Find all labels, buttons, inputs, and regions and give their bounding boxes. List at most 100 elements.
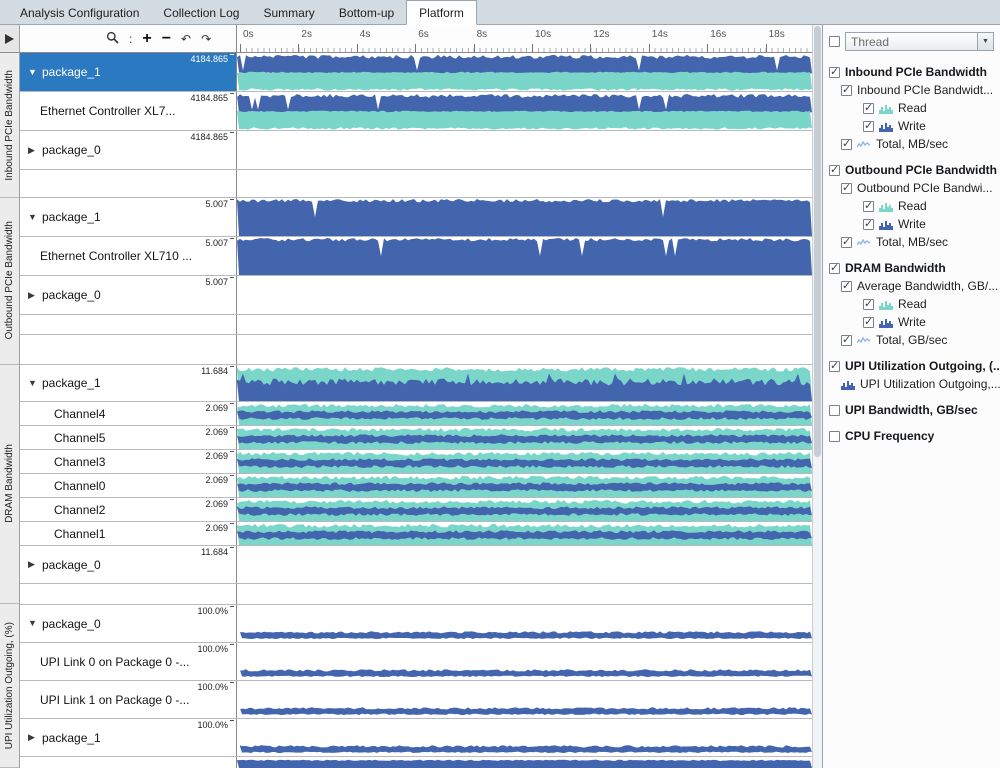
legend-checkbox[interactable] — [841, 139, 852, 150]
zoom-menu-icon[interactable]: : — [129, 33, 132, 45]
row-chart[interactable] — [237, 237, 812, 275]
legend-checkbox[interactable] — [841, 85, 852, 96]
tab-collection-log[interactable]: Collection Log — [151, 2, 251, 24]
row-label-cell[interactable]: ▼package_14184.865 — [20, 53, 237, 91]
row-chart[interactable] — [237, 681, 812, 718]
row-chart[interactable] — [237, 546, 812, 583]
row-chart[interactable] — [237, 276, 812, 314]
chevron-down-icon[interactable]: ▼ — [977, 33, 993, 50]
row-label-cell[interactable] — [20, 315, 237, 334]
legend-item-write[interactable]: Write — [863, 313, 1000, 331]
expand-arrow-icon[interactable]: ▼ — [28, 213, 42, 222]
legend-item-inbound-pcie-bandwidth[interactable]: Inbound PCIe Bandwidth — [829, 63, 1000, 81]
row-label-cell[interactable]: ▼package_111.684 — [20, 365, 237, 401]
legend-item-outbound-pcie-bandwidth[interactable]: Outbound PCIe Bandwidth — [829, 161, 1000, 179]
legend-checkbox[interactable] — [863, 201, 874, 212]
zoom-undo-icon[interactable]: ↶ — [181, 33, 191, 45]
legend-item-upi-utilization-outgoing[interactable]: UPI Utilization Outgoing,... — [841, 375, 1000, 393]
row-label-cell[interactable]: UPI Link 0 on Package 0 -...100.0% — [20, 643, 237, 680]
row-chart[interactable] — [237, 522, 812, 545]
row-label-cell[interactable]: Ethernet Controller XL7...4184.865 — [20, 92, 237, 130]
row-label-cell[interactable]: ▼package_0100.0% — [20, 605, 237, 642]
scrollbar-thumb[interactable] — [814, 26, 821, 457]
tab-analysis-configuration[interactable]: Analysis Configuration — [8, 2, 151, 24]
tab-platform[interactable]: Platform — [406, 0, 477, 25]
row-label-cell[interactable]: Ethernet Controller XL710 ...5.007 — [20, 237, 237, 275]
legend-item-inbound-pcie-bandwidt[interactable]: Inbound PCIe Bandwidt... — [841, 81, 1000, 99]
legend-item-read[interactable]: Read — [863, 99, 1000, 117]
row-chart[interactable] — [237, 170, 812, 197]
legend-item-total-gb-sec[interactable]: Total, GB/sec — [841, 331, 1000, 349]
thread-filter-dropdown[interactable]: Thread ▼ — [845, 32, 994, 51]
legend-checkbox[interactable] — [841, 237, 852, 248]
row-label-cell[interactable]: ▶package_1100.0% — [20, 719, 237, 756]
legend-checkbox[interactable] — [829, 405, 840, 416]
legend-checkbox[interactable] — [863, 103, 874, 114]
row-label-cell[interactable] — [20, 757, 237, 768]
row-chart[interactable] — [237, 131, 812, 169]
row-chart[interactable] — [237, 584, 812, 604]
row-chart[interactable] — [237, 402, 812, 425]
tab-bottom-up[interactable]: Bottom-up — [327, 2, 406, 24]
legend-checkbox[interactable] — [863, 317, 874, 328]
expand-arrow-icon[interactable]: ▼ — [28, 619, 42, 628]
row-label-cell[interactable]: Channel52.069 — [20, 426, 237, 449]
expand-arrow-icon[interactable]: ▶ — [28, 291, 42, 300]
legend-checkbox[interactable] — [829, 67, 840, 78]
row-chart[interactable] — [237, 315, 812, 334]
legend-item-read[interactable]: Read — [863, 295, 1000, 313]
row-chart[interactable] — [237, 474, 812, 497]
row-chart[interactable] — [237, 53, 812, 91]
row-label-cell[interactable] — [20, 170, 237, 197]
legend-item-average-bandwidth-gb[interactable]: Average Bandwidth, GB/... — [841, 277, 1000, 295]
row-chart[interactable] — [237, 335, 812, 364]
row-label-cell[interactable]: ▶package_011.684 — [20, 546, 237, 583]
legend-checkbox[interactable] — [863, 219, 874, 230]
legend-checkbox[interactable] — [829, 263, 840, 274]
legend-item-write[interactable]: Write — [863, 117, 1000, 135]
row-label-cell[interactable]: Channel02.069 — [20, 474, 237, 497]
time-ruler[interactable]: 0s2s4s6s8s10s12s14s16s18s — [237, 25, 812, 52]
row-label-cell[interactable]: UPI Link 1 on Package 0 -...100.0% — [20, 681, 237, 718]
legend-checkbox[interactable] — [841, 281, 852, 292]
legend-checkbox[interactable] — [829, 361, 840, 372]
row-chart[interactable] — [237, 426, 812, 449]
legend-checkbox[interactable] — [863, 299, 874, 310]
row-label-cell[interactable]: Channel12.069 — [20, 522, 237, 545]
legend-item-cpu-frequency[interactable]: CPU Frequency — [829, 427, 1000, 445]
expand-arrow-icon[interactable]: ▼ — [28, 68, 42, 77]
legend-item-outbound-pcie-bandwi[interactable]: Outbound PCIe Bandwi... — [841, 179, 1000, 197]
legend-checkbox[interactable] — [841, 183, 852, 194]
legend-checkbox[interactable] — [829, 165, 840, 176]
row-label-cell[interactable]: ▶package_04184.865 — [20, 131, 237, 169]
zoom-out-icon[interactable]: − — [162, 31, 171, 47]
legend-checkbox[interactable] — [841, 335, 852, 346]
expand-arrow-icon[interactable]: ▼ — [28, 379, 42, 388]
row-chart[interactable] — [237, 365, 812, 401]
thread-filter-checkbox[interactable] — [829, 36, 840, 47]
legend-checkbox[interactable] — [829, 431, 840, 442]
row-chart[interactable] — [237, 719, 812, 756]
row-chart[interactable] — [237, 643, 812, 680]
expand-arrow-icon[interactable]: ▶ — [28, 560, 42, 569]
expand-arrow-icon[interactable]: ▶ — [28, 733, 42, 742]
legend-item-upi-utilization-outgoing[interactable]: UPI Utilization Outgoing, (... — [829, 357, 1000, 375]
row-chart[interactable] — [237, 757, 812, 768]
row-chart[interactable] — [237, 450, 812, 473]
expand-arrow-icon[interactable]: ▶ — [28, 146, 42, 155]
row-label-cell[interactable]: Channel22.069 — [20, 498, 237, 521]
legend-item-read[interactable]: Read — [863, 197, 1000, 215]
row-label-cell[interactable]: Channel42.069 — [20, 402, 237, 425]
row-label-cell[interactable] — [20, 335, 237, 364]
row-label-cell[interactable]: ▼package_15.007 — [20, 198, 237, 236]
zoom-magnifier-icon[interactable] — [106, 31, 119, 46]
panel-collapse-icon[interactable] — [5, 34, 14, 44]
row-chart[interactable] — [237, 498, 812, 521]
timeline-scrollbar[interactable] — [812, 25, 822, 768]
tab-summary[interactable]: Summary — [251, 2, 326, 24]
row-chart[interactable] — [237, 605, 812, 642]
legend-item-upi-bandwidth-gb-sec[interactable]: UPI Bandwidth, GB/sec — [829, 401, 1000, 419]
legend-item-write[interactable]: Write — [863, 215, 1000, 233]
legend-item-total-mb-sec[interactable]: Total, MB/sec — [841, 233, 1000, 251]
zoom-in-icon[interactable]: + — [142, 31, 151, 47]
